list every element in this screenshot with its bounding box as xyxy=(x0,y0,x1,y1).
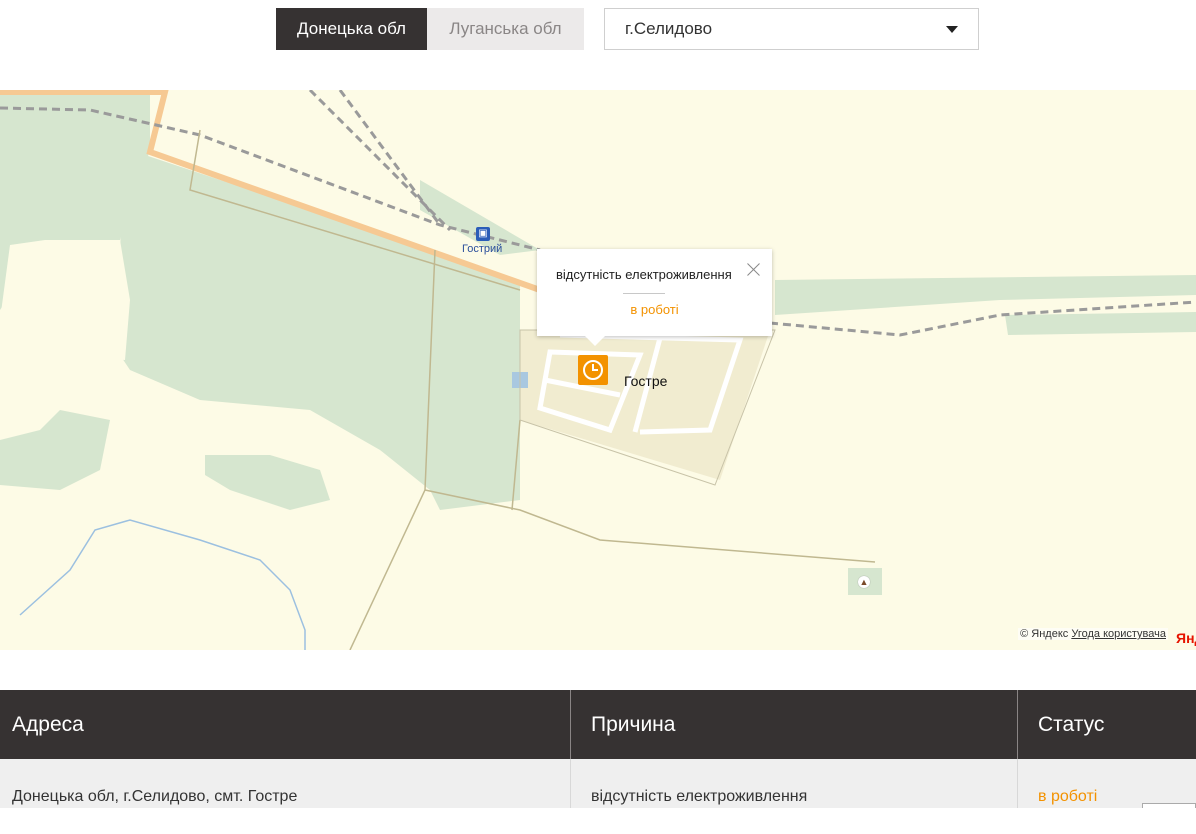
green-area xyxy=(0,410,110,490)
green-area xyxy=(205,455,330,510)
outage-table: Адреса Причина Статус Донецька обл, г.Се… xyxy=(0,690,1196,808)
balloon-divider xyxy=(623,293,665,294)
copyright-text: © Яндекс xyxy=(1020,628,1069,640)
river xyxy=(19,519,306,650)
map-balloon: відсутність електроживлення в роботі xyxy=(537,249,772,346)
region-tabs: Донецька обл Луганська обл xyxy=(276,8,584,50)
header-reason: Причина xyxy=(571,690,1018,759)
header-status: Статус xyxy=(1038,713,1105,736)
train-station-icon[interactable]: ▣ xyxy=(476,227,490,241)
map-copyright: © Яндекс Угода користувача xyxy=(1018,628,1168,640)
header-address: Адреса xyxy=(0,690,571,759)
city-select-value: г.Селидово xyxy=(625,19,713,38)
green-area xyxy=(1005,312,1196,335)
chevron-down-icon xyxy=(946,26,958,33)
place-label: Гостре xyxy=(624,373,668,389)
cell-address: Донецька обл, г.Селидово, смт. Гостре xyxy=(0,759,571,808)
yandex-logo[interactable]: Яндекс xyxy=(1176,630,1196,646)
map[interactable]: ▣ Гострий Гостре відсутність електроживл… xyxy=(0,90,1196,650)
balloon-reason: відсутність електроживлення xyxy=(556,267,732,282)
field-area xyxy=(0,240,130,360)
outage-marker[interactable] xyxy=(578,355,608,385)
table-header: Адреса Причина Статус xyxy=(0,690,1196,759)
table-row[interactable]: Донецька обл, г.Селидово, смт. Гостре ві… xyxy=(0,759,1196,808)
cell-status: в роботі xyxy=(1038,788,1098,805)
tab-donetsk[interactable]: Донецька обл xyxy=(276,8,427,50)
city-select[interactable]: г.Селидово xyxy=(604,8,979,50)
terms-link[interactable]: Угода користувача xyxy=(1071,628,1166,640)
green-area xyxy=(775,275,1196,315)
monument-icon[interactable]: ▲ xyxy=(858,576,870,588)
scroll-indicator[interactable] xyxy=(1142,803,1196,808)
station-label: Гострий xyxy=(462,243,503,255)
close-icon[interactable] xyxy=(746,261,762,277)
balloon-status: в роботі xyxy=(630,302,679,317)
tab-luhansk[interactable]: Луганська обл xyxy=(427,8,584,50)
cell-reason: відсутність електроживлення xyxy=(571,759,1018,808)
